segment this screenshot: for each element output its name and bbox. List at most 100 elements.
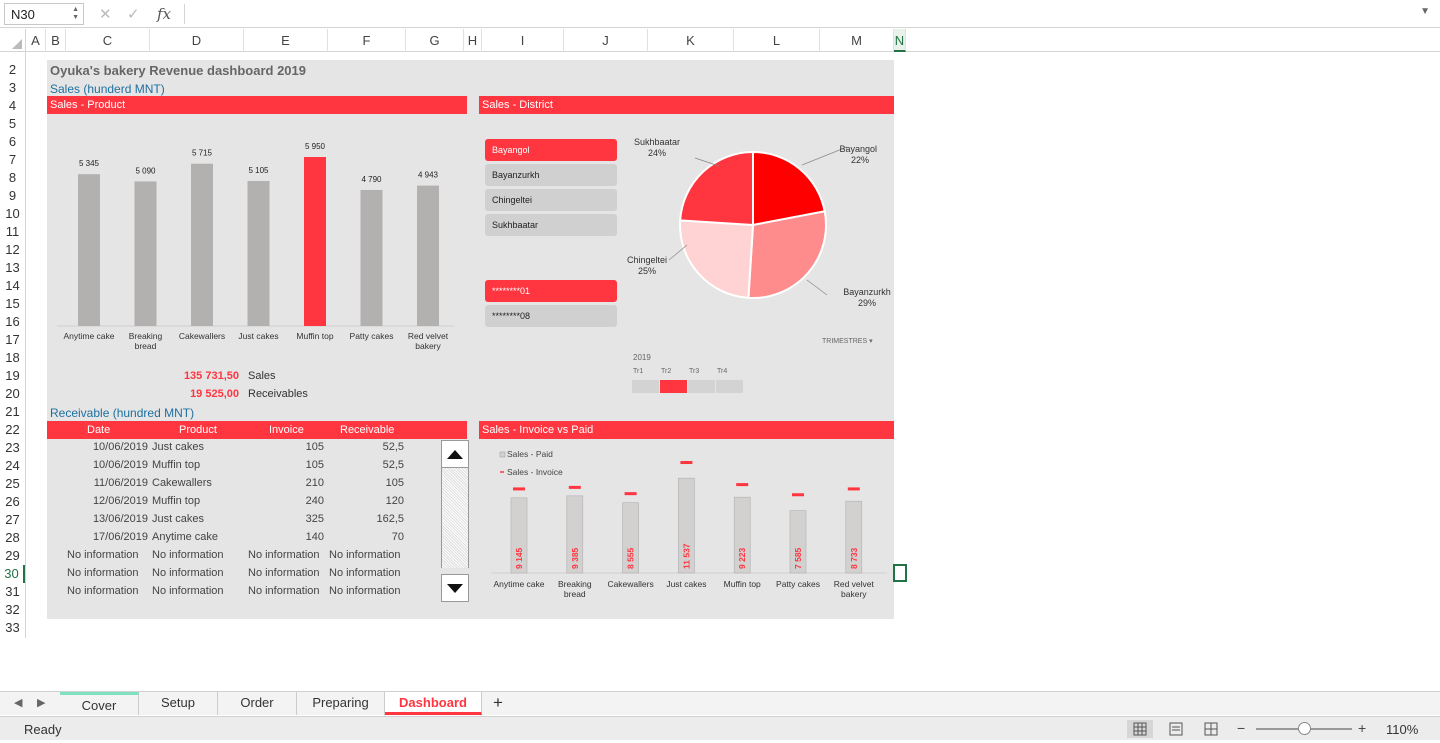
invoice-marker[interactable] (736, 483, 749, 487)
product-bar[interactable] (360, 189, 383, 326)
column-header-h[interactable]: H (464, 29, 482, 52)
timeline-quarter-bar[interactable] (688, 380, 715, 393)
zoom-in-button[interactable]: + (1358, 720, 1366, 736)
row-header-16[interactable]: 16 (0, 313, 25, 331)
insert-function-icon[interactable]: fx (157, 5, 171, 23)
pie-slice-sukhbaatar[interactable] (679, 150, 754, 227)
tab-preparing[interactable]: Preparing (297, 692, 385, 715)
row-header-32[interactable]: 32 (0, 601, 25, 619)
row-header-26[interactable]: 26 (0, 493, 25, 511)
row-header-21[interactable]: 21 (0, 403, 25, 421)
row-header-11[interactable]: 11 (0, 223, 25, 241)
row-header-24[interactable]: 24 (0, 457, 25, 475)
invoice-marker[interactable] (792, 493, 804, 497)
scroll-track[interactable] (441, 468, 469, 568)
enter-icon[interactable]: ✓ (127, 5, 140, 23)
row-header-33[interactable]: 33 (0, 619, 25, 637)
tab-cover[interactable]: Cover (60, 692, 139, 715)
scroll-up-button[interactable] (441, 440, 469, 468)
product-bar[interactable] (417, 185, 439, 326)
row-header-12[interactable]: 12 (0, 241, 25, 259)
add-sheet-button[interactable]: + (493, 693, 503, 713)
column-header-m[interactable]: M (820, 29, 894, 52)
column-header-l[interactable]: L (734, 29, 820, 52)
row-header-13[interactable]: 13 (0, 259, 25, 277)
normal-view-icon[interactable] (1127, 720, 1153, 738)
column-header-e[interactable]: E (244, 29, 328, 52)
chevron-down-icon[interactable]: ▼ (1420, 6, 1430, 17)
zoom-slider-thumb[interactable] (1298, 722, 1311, 735)
column-header-f[interactable]: F (328, 29, 406, 52)
tab-dashboard[interactable]: Dashboard (385, 692, 482, 715)
zoom-out-button[interactable]: − (1237, 720, 1245, 736)
page-break-view-icon[interactable] (1198, 720, 1224, 738)
name-box-arrows-icon[interactable]: ▲ ▼ (72, 6, 79, 22)
row-header-4[interactable]: 4 (0, 97, 25, 115)
column-header-i[interactable]: I (482, 29, 564, 52)
row-header-8[interactable]: 8 (0, 169, 25, 187)
row-header-19[interactable]: 19 (0, 367, 25, 385)
column-header-b[interactable]: B (46, 29, 66, 52)
row-header-6[interactable]: 6 (0, 133, 25, 151)
row-header-5[interactable]: 5 (0, 115, 25, 133)
timeline-quarter-bar[interactable] (632, 380, 659, 393)
invoice-marker[interactable] (624, 492, 637, 496)
row-header-9[interactable]: 9 (0, 187, 25, 205)
row-header-29[interactable]: 29 (0, 547, 25, 565)
cancel-icon[interactable]: ✕ (99, 5, 112, 23)
active-cell-outline[interactable] (893, 564, 907, 582)
row-header-10[interactable]: 10 (0, 205, 25, 223)
district-slicer-bayanzurkh[interactable]: Bayanzurkh (485, 164, 617, 186)
id-slicer-item[interactable]: ********01 (485, 280, 617, 302)
row-header-2[interactable]: 2 (0, 61, 25, 79)
tab-next-icon[interactable]: ▶ (37, 696, 45, 709)
name-box[interactable]: N30 ▲ ▼ (4, 3, 84, 25)
row-header-3[interactable]: 3 (0, 79, 25, 97)
pie-slice-bayanzurkh[interactable] (747, 210, 827, 299)
pie-slice-chingeltei[interactable] (679, 219, 755, 299)
district-slicer-sukhbaatar[interactable]: Sukhbaatar (485, 214, 617, 236)
page-layout-view-icon[interactable] (1163, 720, 1189, 738)
select-all-corner[interactable] (0, 29, 26, 52)
row-header-15[interactable]: 15 (0, 295, 25, 313)
column-header-d[interactable]: D (150, 29, 244, 52)
invoice-marker[interactable] (680, 461, 693, 465)
column-header-n[interactable]: N (894, 29, 906, 52)
column-header-a[interactable]: A (26, 29, 46, 52)
column-header-g[interactable]: G (406, 29, 464, 52)
row-header-7[interactable]: 7 (0, 151, 25, 169)
product-bar[interactable] (134, 181, 157, 326)
row-header-17[interactable]: 17 (0, 331, 25, 349)
zoom-level[interactable]: 110% (1386, 722, 1418, 737)
tab-order[interactable]: Order (218, 692, 297, 715)
product-bar[interactable] (78, 174, 100, 326)
product-bar[interactable] (191, 163, 213, 326)
invoice-marker[interactable] (847, 487, 860, 491)
row-header-23[interactable]: 23 (0, 439, 25, 457)
row-header-22[interactable]: 22 (0, 421, 25, 439)
row-header-25[interactable]: 25 (0, 475, 25, 493)
row-header-14[interactable]: 14 (0, 277, 25, 295)
tab-setup[interactable]: Setup (139, 692, 218, 715)
id-slicer-item[interactable]: ********08 (485, 305, 617, 327)
row-header-31[interactable]: 31 (0, 583, 25, 601)
row-header-27[interactable]: 27 (0, 511, 25, 529)
row-header-18[interactable]: 18 (0, 349, 25, 367)
row-header-20[interactable]: 20 (0, 385, 25, 403)
row-header-30[interactable]: 30 (0, 565, 25, 583)
invoice-marker[interactable] (513, 487, 525, 491)
district-slicer-bayangol[interactable]: Bayangol (485, 139, 617, 161)
timeline-heading[interactable]: TRIMESTRES ▾ (822, 337, 873, 345)
row-header-28[interactable]: 28 (0, 529, 25, 547)
product-bar[interactable] (304, 157, 326, 326)
timeline-quarter-bar[interactable] (660, 380, 687, 393)
scroll-down-button[interactable] (441, 574, 469, 602)
invoice-marker[interactable] (568, 485, 581, 489)
tab-prev-icon[interactable]: ◀ (14, 696, 22, 709)
column-header-j[interactable]: J (564, 29, 648, 52)
timeline-quarter-bar[interactable] (716, 380, 743, 393)
district-slicer-chingeltei[interactable]: Chingeltei (485, 189, 617, 211)
product-bar[interactable] (247, 181, 270, 326)
column-header-k[interactable]: K (648, 29, 734, 52)
column-header-c[interactable]: C (66, 29, 150, 52)
